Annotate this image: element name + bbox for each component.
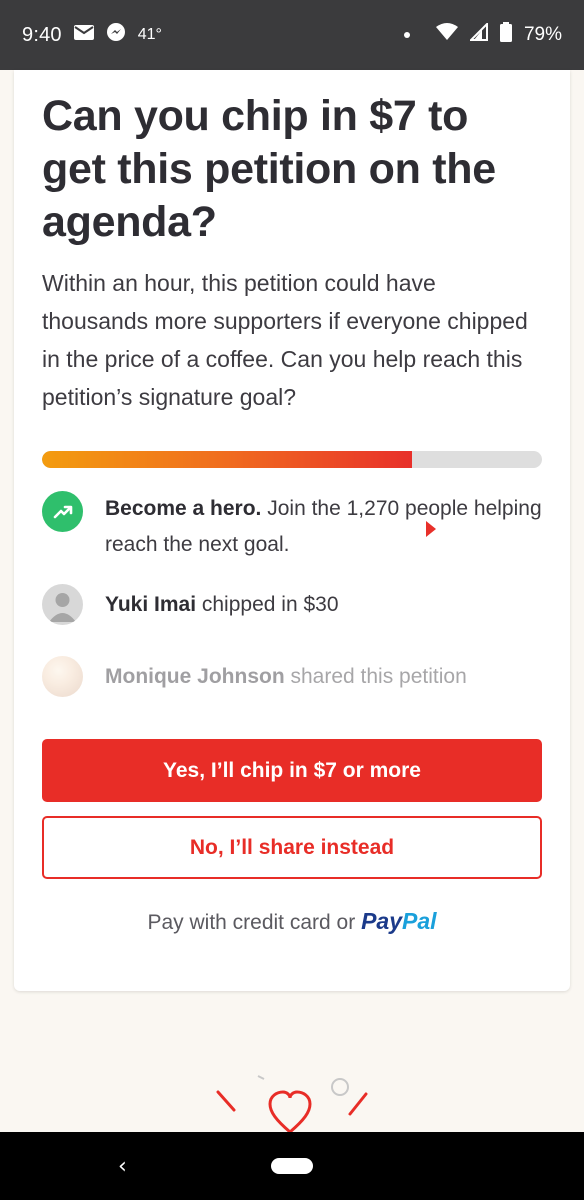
notification-dot-icon [403, 32, 410, 38]
feed-rest: shared this petition [284, 665, 467, 688]
battery-icon [499, 22, 512, 48]
feed-bold: Yuki Imai [105, 593, 197, 616]
feed-bold: Become a hero. [105, 497, 262, 520]
chip-in-button[interactable]: Yes, I’ll chip in $7 or more [42, 739, 542, 802]
paypal-logo-pay: Pay [361, 908, 402, 934]
pay-text: Pay with credit card or [147, 911, 362, 934]
page-title: Can you chip in $7 to get this petition … [42, 92, 496, 246]
messenger-icon [106, 22, 126, 48]
feed-item-share: Monique Johnson shared this petition [42, 656, 542, 697]
petition-card: Can you chip in $7 to get this petition … [14, 70, 570, 991]
avatar [42, 656, 83, 697]
feed-item-donation: Yuki Imai chipped in $30 [42, 584, 542, 625]
heart-illustration [216, 1075, 368, 1134]
share-instead-button[interactable]: No, I’ll share instead [42, 816, 542, 879]
status-temperature: 41° [137, 26, 162, 43]
home-pill-icon[interactable] [271, 1158, 313, 1174]
wifi-icon [435, 23, 458, 47]
feed-text: Monique Johnson shared this petition [105, 656, 467, 697]
feed-text: Yuki Imai chipped in $30 [105, 584, 339, 625]
status-bar-left: 9:40 41° [22, 22, 162, 48]
feed-bold: Monique Johnson [105, 665, 285, 688]
decor-circle-icon [331, 1078, 349, 1096]
signal-icon [468, 21, 488, 47]
feed-text: Become a hero. Join the 1,270 people hel… [105, 491, 542, 563]
signature-progress-bar [42, 451, 542, 468]
description-text: Within an hour, this petition could have… [42, 270, 528, 410]
system-nav-bar: ‹ [0, 1132, 584, 1200]
trending-up-icon [42, 491, 83, 532]
paypal-logo-pal: Pal [402, 908, 437, 934]
mail-icon [73, 24, 94, 46]
feed-item-hero: Become a hero. Join the 1,270 people hel… [42, 491, 542, 563]
status-time: 9:40 [22, 23, 62, 46]
status-bar: 9:40 41° 79% [0, 0, 584, 70]
payment-options: Pay with credit card or PayPal [14, 908, 570, 935]
avatar [42, 584, 83, 625]
decor-dash [257, 1075, 265, 1080]
paypal-logo[interactable]: PayPal [361, 908, 436, 934]
battery-percent: 79% [523, 24, 562, 45]
back-icon[interactable]: ‹ [118, 1154, 127, 1179]
heart-icon [268, 1090, 312, 1134]
status-bar-right: 79% [403, 21, 562, 48]
progress-fill [42, 451, 412, 468]
feed-rest: chipped in $30 [196, 593, 339, 616]
